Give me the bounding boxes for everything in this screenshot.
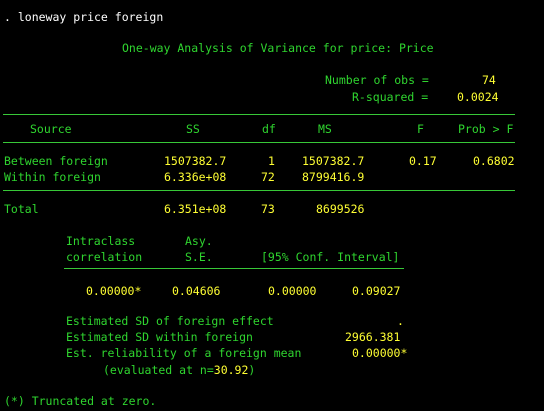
- col-header-prob: Prob > F: [458, 122, 514, 136]
- icc-rule: [64, 268, 404, 269]
- table-row-source: Within foreign: [4, 170, 101, 184]
- output-title: One-way Analysis of Variance for price: …: [122, 41, 434, 55]
- table-total-ss: 6.351e+08: [164, 202, 227, 216]
- estimate-label: Est. reliability of a foreign mean: [66, 346, 302, 360]
- table-total-source: Total: [4, 202, 39, 216]
- estimate-value: .: [397, 314, 404, 328]
- col-header-f: F: [417, 122, 424, 136]
- table-row-f: 0.17: [409, 154, 437, 168]
- r2-label: R-squared =: [352, 90, 429, 104]
- icc-header-ci: [95% Conf. Interval]: [261, 250, 400, 264]
- col-header-ms: MS: [318, 122, 332, 136]
- evaluated-prefix: (evaluated at n=: [103, 363, 214, 377]
- estimate-label: Estimated SD of foreign effect: [66, 314, 274, 328]
- nobs-value: 74: [482, 73, 496, 87]
- table-total-rule: [3, 190, 515, 191]
- table-top-rule: [3, 114, 515, 115]
- table-header-rule: [3, 142, 515, 143]
- col-header-ss: SS: [186, 122, 200, 136]
- table-row-source: Between foreign: [4, 154, 108, 168]
- col-header-source: Source: [30, 122, 72, 136]
- table-row-prob: 0.6802: [473, 154, 515, 168]
- icc-header-asy: Asy.: [185, 234, 213, 248]
- col-header-df: df: [262, 122, 276, 136]
- estimate-label: Estimated SD within foreign: [66, 330, 253, 344]
- table-total-ms: 8699526: [316, 202, 365, 216]
- estimate-value: 0.00000*: [352, 346, 408, 360]
- nobs-label: Number of obs =: [325, 73, 429, 87]
- estimate-value: 2966.381: [345, 330, 401, 344]
- icc-header-correlation: correlation: [66, 250, 143, 264]
- icc-value-ci-lower: 0.00000: [268, 284, 317, 298]
- table-row-ss: 6.336e+08: [164, 170, 227, 184]
- icc-value-se: 0.04606: [172, 284, 221, 298]
- icc-value-correlation: 0.00000*: [86, 284, 142, 298]
- icc-header-se: S.E.: [185, 250, 213, 264]
- table-row-ms: 8799416.9: [302, 170, 365, 184]
- evaluated-n: 30.92: [213, 363, 249, 377]
- table-total-df: 73: [261, 202, 275, 216]
- table-row-ss: 1507382.7: [164, 154, 227, 168]
- icc-value-ci-upper: 0.09027: [352, 284, 401, 298]
- table-row-ms: 1507382.7: [302, 154, 365, 168]
- command-line: . loneway price foreign: [4, 10, 164, 24]
- icc-header-intraclass: Intraclass: [66, 234, 136, 248]
- evaluated-note: (evaluated at n=30.92): [103, 362, 255, 378]
- table-row-df: 72: [261, 170, 275, 184]
- footnote: (*) Truncated at zero.: [4, 394, 157, 408]
- evaluated-suffix: ): [248, 363, 256, 377]
- table-row-df: 1: [268, 154, 275, 168]
- r2-value: 0.0024: [457, 90, 499, 104]
